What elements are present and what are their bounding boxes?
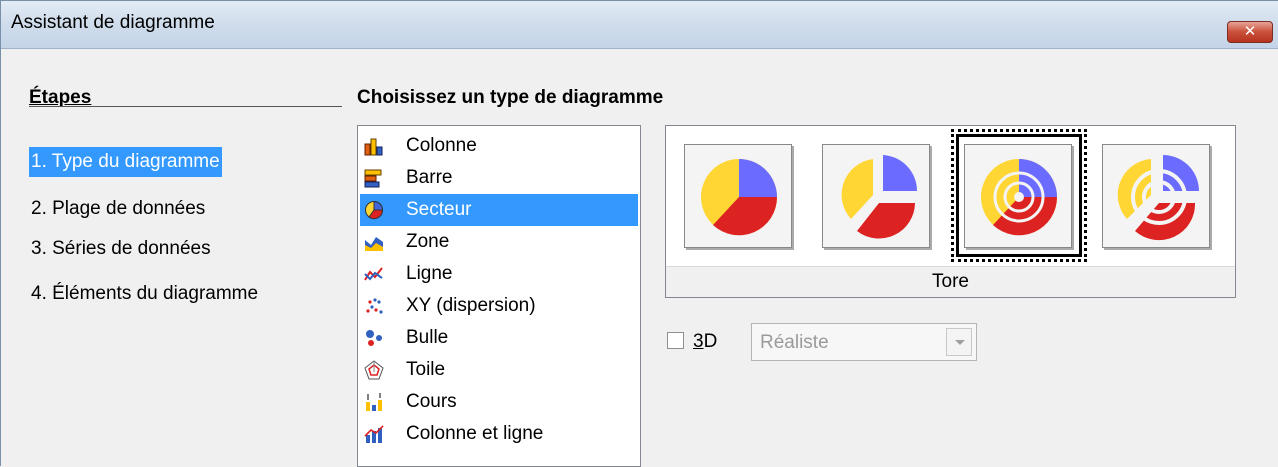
chart-type-item-column-line[interactable]: Colonne et ligne <box>360 418 638 450</box>
3d-look-select[interactable]: Réaliste <box>751 323 977 361</box>
chart-type-label: Ligne <box>406 263 453 284</box>
chart-type-item-net[interactable]: Toile <box>360 354 638 386</box>
chart-type-item-bubble[interactable]: Bulle <box>360 322 638 354</box>
chart-type-list[interactable]: Colonne Barre Secteur Zone Ligne XY (dis… <box>357 125 641 467</box>
chart-type-label: Colonne <box>406 135 477 156</box>
bar-chart-icon <box>364 169 382 188</box>
chart-type-label: Bulle <box>406 327 449 348</box>
chart-variant-panel: Tore <box>665 125 1236 298</box>
area-chart-icon <box>365 237 383 251</box>
steps-divider <box>29 106 342 107</box>
3d-label-rest: D <box>703 331 718 352</box>
3d-label[interactable]: 3D <box>693 331 717 353</box>
chart-type-item-column[interactable]: Colonne <box>360 130 638 162</box>
chart-type-label: Cours <box>406 391 457 412</box>
donut-exploded-icon <box>1117 155 1199 241</box>
chart-type-item-xy-scatter[interactable]: XY (dispersion) <box>360 290 638 322</box>
chart-type-label: Zone <box>406 231 450 252</box>
close-icon: ✕ <box>1243 23 1257 40</box>
bubble-chart-icon <box>366 330 382 346</box>
step-chart-elements[interactable]: 4. Éléments du diagramme <box>29 279 260 309</box>
pie-normal-icon <box>701 159 778 236</box>
close-button[interactable]: ✕ <box>1227 21 1273 43</box>
pie-exploded-icon <box>841 155 918 239</box>
chart-type-item-pie[interactable]: Secteur <box>360 194 638 226</box>
variant-pie-exploded[interactable] <box>822 144 930 248</box>
scatter-chart-icon <box>366 298 383 314</box>
chart-variant-strip <box>666 126 1235 266</box>
3d-look-dropdown-button[interactable] <box>946 328 972 356</box>
chart-type-label: Barre <box>406 167 453 188</box>
chart-type-item-area[interactable]: Zone <box>360 226 638 258</box>
pie-chart-icon <box>365 200 384 220</box>
chart-type-item-stock[interactable]: Cours <box>360 386 638 418</box>
chart-type-item-line[interactable]: Ligne <box>360 258 638 290</box>
3d-label-mnemonic: 3 <box>693 331 704 352</box>
step-data-series[interactable]: 3. Séries de données <box>29 234 213 264</box>
chart-type-label: Toile <box>406 359 446 380</box>
3d-look-value: Réaliste <box>760 332 829 353</box>
variant-donut-exploded[interactable] <box>1102 144 1210 248</box>
chart-type-label: Colonne et ligne <box>406 423 544 444</box>
variant-pie-normal[interactable] <box>684 144 792 248</box>
chart-type-label: Secteur <box>406 199 472 220</box>
dialog-title: Assistant de diagramme <box>11 12 215 33</box>
variant-caption: Tore <box>666 266 1235 297</box>
column-line-chart-icon <box>364 425 384 443</box>
net-chart-icon <box>364 360 384 380</box>
step-data-range[interactable]: 2. Plage de données <box>29 194 207 224</box>
chart-type-item-bar[interactable]: Barre <box>360 162 638 194</box>
donut-icon <box>981 159 1058 236</box>
step-chart-type[interactable]: 1. Type du diagramme <box>29 147 222 177</box>
line-chart-icon <box>364 267 383 281</box>
3d-checkbox[interactable] <box>667 332 684 349</box>
column-chart-icon <box>364 138 383 156</box>
choose-type-heading: Choisissez un type de diagramme <box>357 87 664 108</box>
chart-type-label: XY (dispersion) <box>406 295 536 316</box>
stock-chart-icon <box>366 393 382 411</box>
variant-donut[interactable] <box>964 144 1072 248</box>
chevron-down-icon <box>955 340 965 345</box>
title-bar: Assistant de diagramme ✕ <box>1 1 1278 49</box>
chart-wizard-dialog: Assistant de diagramme ✕ Étapes 1. Type … <box>0 0 1278 467</box>
